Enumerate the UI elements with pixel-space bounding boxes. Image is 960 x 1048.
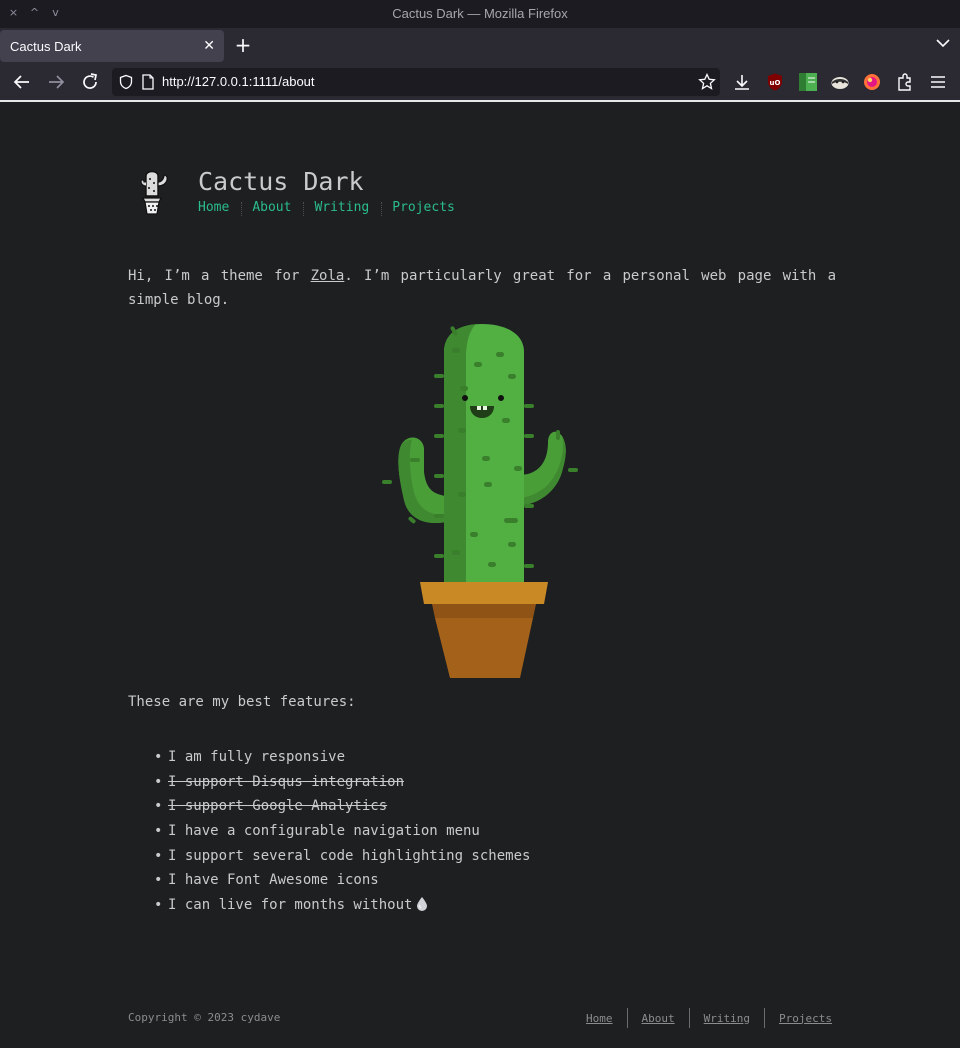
- footer: Copyright © 2023 cydave Home About Writi…: [128, 1008, 832, 1028]
- privacy-badger-icon[interactable]: [830, 72, 850, 92]
- zola-link[interactable]: Zola: [311, 268, 345, 284]
- firefox-color-icon[interactable]: [862, 72, 882, 92]
- footer-link-about[interactable]: About: [642, 1012, 675, 1025]
- list-item: I support several code highlighting sche…: [154, 844, 531, 869]
- feature-text: I can live for months without: [168, 897, 413, 914]
- footer-separator: [764, 1008, 766, 1028]
- features-heading: These are my best features:: [128, 694, 356, 710]
- tab-title: Cactus Dark: [10, 39, 82, 54]
- feature-text: I have Font Awesome icons: [168, 872, 379, 889]
- footer-link-writing[interactable]: Writing: [704, 1012, 750, 1025]
- nav-link-home[interactable]: Home: [198, 200, 229, 216]
- nav-link-projects[interactable]: Projects: [392, 200, 455, 216]
- tracking-shield-icon[interactable]: [118, 74, 134, 90]
- back-arrow-icon[interactable]: [12, 72, 32, 92]
- footer-nav: Home About Writing Projects: [586, 1008, 832, 1028]
- navigation-toolbar: http://127.0.0.1:1111/about uO: [0, 64, 960, 100]
- feature-text: I am fully responsive: [168, 749, 346, 765]
- forward-arrow-icon[interactable]: [46, 72, 66, 92]
- nav-separator: [303, 202, 305, 216]
- footer-link-projects[interactable]: Projects: [779, 1012, 832, 1025]
- site-nav: Home About Writing Projects: [198, 200, 455, 216]
- new-tab-button[interactable]: +: [233, 35, 253, 55]
- nav-separator: [241, 202, 243, 216]
- footer-link-home[interactable]: Home: [586, 1012, 613, 1025]
- feature-text: I support Google Analytics: [168, 798, 388, 815]
- page-content: Cactus Dark Home About Writing Projects …: [0, 102, 960, 1048]
- nav-separator: [381, 202, 383, 216]
- tab-list-chevron-icon[interactable]: [936, 38, 950, 48]
- page-icon[interactable]: [141, 74, 155, 90]
- nav-link-about[interactable]: About: [252, 200, 291, 216]
- cactus-logo-icon[interactable]: [138, 166, 172, 216]
- extensions-puzzle-icon[interactable]: [895, 72, 915, 92]
- tab-cactus-dark[interactable]: Cactus Dark ✕: [0, 30, 224, 62]
- tab-close-icon[interactable]: ✕: [203, 38, 215, 54]
- feature-text: I support several code highlighting sche…: [168, 847, 531, 864]
- tab-bar: Cactus Dark ✕ +: [0, 28, 960, 64]
- bookmark-star-icon[interactable]: [698, 73, 716, 91]
- address-bar[interactable]: http://127.0.0.1:1111/about: [112, 68, 720, 96]
- list-item: I have Font Awesome icons: [154, 868, 530, 893]
- cactus-illustration: [382, 324, 578, 678]
- feature-text: I have a configurable navigation menu: [168, 823, 480, 840]
- intro-paragraph: Hi, I’m a theme for Zola. I’m particular…: [128, 264, 836, 312]
- window-title: Cactus Dark — Mozilla Firefox: [392, 6, 568, 21]
- footer-separator: [626, 1008, 628, 1028]
- app-menu-hamburger-icon[interactable]: [928, 72, 948, 92]
- site-title[interactable]: Cactus Dark: [198, 167, 364, 196]
- list-item: I support Google Analytics: [154, 794, 530, 819]
- downloads-icon[interactable]: [732, 72, 752, 92]
- list-item: I can live for months without: [154, 893, 530, 918]
- water-droplet-icon: [417, 897, 428, 912]
- footer-separator: [688, 1008, 690, 1028]
- list-item: I have a configurable navigation menu: [154, 819, 530, 844]
- features-list: I am fully responsive I support Disqus i…: [154, 745, 531, 918]
- reload-icon[interactable]: [80, 72, 100, 92]
- list-item: I support Disqus integration: [154, 770, 530, 795]
- sidebar-green-icon[interactable]: [798, 72, 818, 92]
- intro-text-start: Hi, I’m a theme for: [128, 268, 311, 284]
- list-item: I am fully responsive: [154, 745, 530, 770]
- copyright-text: Copyright © 2023 cydave: [128, 1011, 281, 1024]
- window-titlebar: × ^ v Cactus Dark — Mozilla Firefox: [0, 0, 960, 28]
- nav-link-writing[interactable]: Writing: [314, 200, 369, 216]
- feature-text: I support Disqus integration: [168, 773, 405, 790]
- url-text[interactable]: http://127.0.0.1:1111/about: [162, 74, 315, 89]
- ublock-origin-icon[interactable]: uO: [765, 72, 785, 92]
- svg-text:uO: uO: [770, 79, 781, 87]
